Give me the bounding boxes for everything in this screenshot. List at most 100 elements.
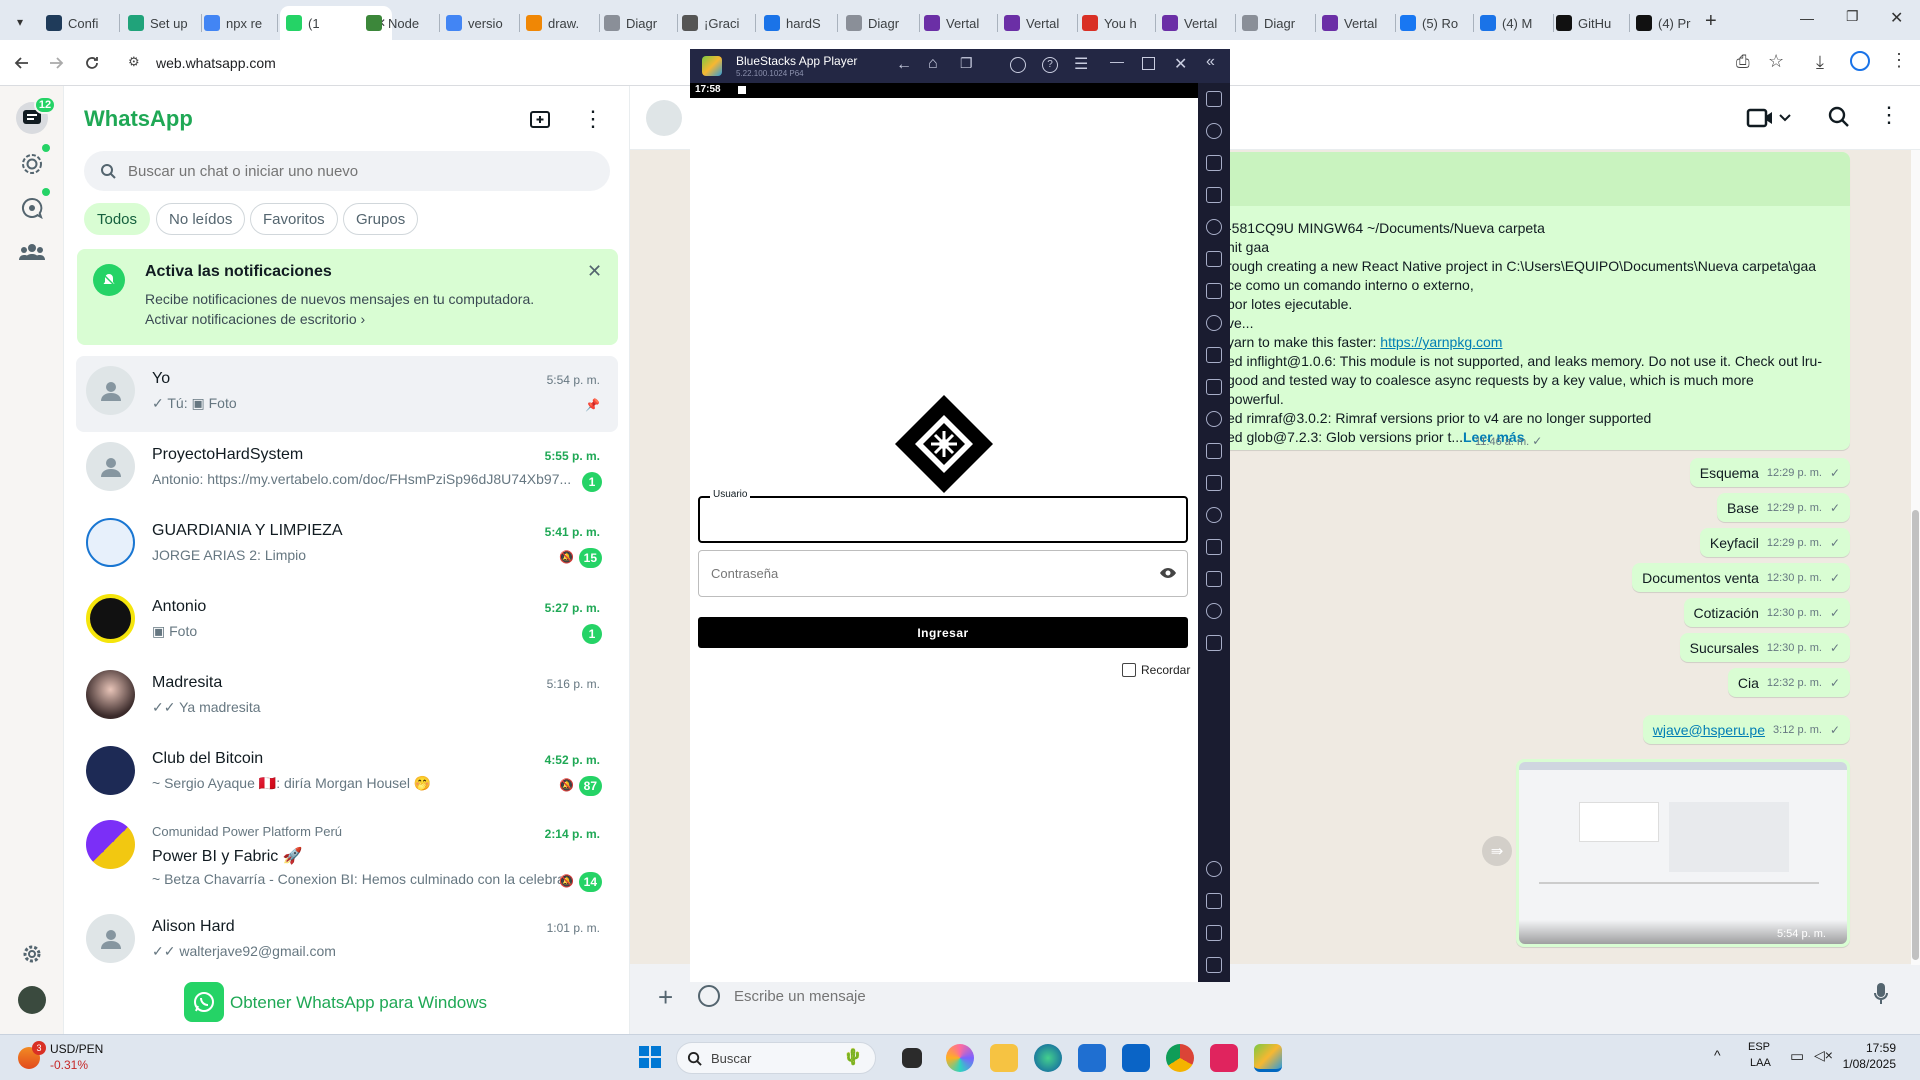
bs-menu-icon[interactable]: ☰ <box>1074 54 1088 74</box>
browser-tab[interactable]: Confi <box>40 6 118 40</box>
speaker-muted-icon[interactable]: ◁× <box>1814 1047 1833 1064</box>
keyboard-layout[interactable]: LAA <box>1750 1057 1771 1069</box>
bs-volume-icon[interactable] <box>1206 123 1222 139</box>
taskbar-search[interactable]: Buscar 🌵 <box>676 1042 876 1074</box>
communities-nav-button[interactable] <box>16 236 48 268</box>
chat-avatar[interactable] <box>86 594 135 643</box>
chrome-icon[interactable] <box>1166 1044 1194 1072</box>
bs-back-icon[interactable]: ← <box>896 56 912 74</box>
conversation-scrollbar[interactable] <box>1911 150 1920 965</box>
browser-tab[interactable]: GitHu <box>1550 6 1628 40</box>
sent-message-bubble[interactable]: Base 12:29 p. m. ✓ <box>1716 493 1850 522</box>
browser-tab[interactable]: Vertal <box>1156 6 1234 40</box>
bs-settings-gear-icon[interactable] <box>1206 861 1222 877</box>
remember-checkbox[interactable] <box>1122 663 1136 677</box>
chat-avatar[interactable] <box>86 518 135 567</box>
bs-folder-icon[interactable] <box>1206 411 1222 427</box>
status-nav-button[interactable] <box>16 148 48 180</box>
new-tab-button[interactable]: + <box>1705 10 1717 33</box>
bs-eco-mode-icon[interactable] <box>1206 507 1222 523</box>
bs-apk-icon[interactable] <box>1206 315 1222 331</box>
bs-keyboard-icon[interactable] <box>1206 187 1222 203</box>
conversation-scrollbar-thumb[interactable] <box>1912 510 1919 960</box>
bs-close-icon[interactable]: ✕ <box>1174 54 1187 74</box>
message-input[interactable] <box>734 980 1794 1012</box>
bs-screenshot-icon[interactable] <box>1206 347 1222 363</box>
filter-chip-grupos[interactable]: Grupos <box>343 203 419 235</box>
get-windows-app-link[interactable]: Obtener WhatsApp para Windows <box>230 993 487 1013</box>
close-window-button[interactable]: ✕ <box>1890 8 1903 28</box>
bs-collapse-sidebar-icon[interactable]: « <box>1206 53 1215 71</box>
bs-rotate-icon[interactable] <box>1206 251 1222 267</box>
bs-account-icon[interactable] <box>1010 57 1026 73</box>
url-text[interactable]: web.whatsapp.com <box>156 55 276 71</box>
menu-kebab-icon[interactable]: ⋮ <box>582 106 604 132</box>
sent-message-bubble[interactable]: Sucursales 12:30 p. m. ✓ <box>1679 633 1850 662</box>
browser-tab[interactable]: Vertal <box>998 6 1076 40</box>
browser-tab[interactable]: versio <box>440 6 518 40</box>
copilot-icon[interactable] <box>946 1044 974 1072</box>
profile-avatar[interactable] <box>18 986 46 1014</box>
browser-tab[interactable]: (4) M <box>1474 6 1552 40</box>
forward-button[interactable] <box>42 49 70 77</box>
chat-list-item[interactable]: ProyectoHardSystem Antonio: https://my.ve… <box>76 432 618 508</box>
browser-tab[interactable]: (5) Ro <box>1394 6 1472 40</box>
group-avatar-icon[interactable] <box>86 442 135 491</box>
password-field[interactable]: Contraseña <box>698 550 1188 597</box>
chat-list-item[interactable]: GUARDIANIA Y LIMPIEZA JORGE ARIAS 2: Limp… <box>76 508 618 584</box>
browser-menu-icon[interactable]: ⋮ <box>1890 50 1908 71</box>
figma-icon[interactable] <box>1210 1044 1238 1072</box>
browser-tab[interactable]: Diagr <box>1236 6 1314 40</box>
minimize-window-button[interactable]: — <box>1800 10 1814 26</box>
sent-message-bubble[interactable]: Keyfacil 12:29 p. m. ✓ <box>1699 528 1850 557</box>
sent-message-bubble[interactable]: Cotización 12:30 p. m. ✓ <box>1683 598 1850 627</box>
bs-media-icon[interactable] <box>1206 155 1222 171</box>
attach-plus-icon[interactable]: + <box>658 982 673 1013</box>
enable-notifications-link[interactable]: Activar notificaciones de escritorio › <box>145 311 365 327</box>
edge-browser-icon[interactable] <box>1034 1044 1062 1072</box>
chat-avatar[interactable] <box>86 820 135 869</box>
install-app-icon[interactable]: ⎙ <box>1736 52 1750 72</box>
bs-sync-icon[interactable] <box>1206 603 1222 619</box>
show-password-eye-icon[interactable] <box>1159 567 1177 579</box>
browser-tab[interactable]: hardS <box>758 6 836 40</box>
image-message-bubble[interactable]: 5:54 p. m. <box>1516 759 1850 947</box>
bs-sidebar-icon[interactable] <box>1206 635 1222 651</box>
browser-tab[interactable]: Node <box>360 6 438 40</box>
chat-list-item[interactable]: Yo ✓ Tú: ▣ Foto 5:54 p. m. 📌 <box>76 356 618 432</box>
file-explorer-icon[interactable] <box>990 1044 1018 1072</box>
bs-macro-icon[interactable] <box>1206 283 1222 299</box>
microsoft-store-icon[interactable] <box>1078 1044 1106 1072</box>
filter-chip-no-leidos[interactable]: No leídos <box>156 203 246 235</box>
bs-back-arrow-icon[interactable] <box>1206 893 1222 909</box>
network-icon[interactable]: ▭ <box>1790 1047 1804 1065</box>
settings-nav-button[interactable] <box>16 938 48 970</box>
sent-message-bubble[interactable]: Documentos venta 12:30 p. m. ✓ <box>1632 563 1850 592</box>
sent-message-bubble[interactable]: Esquema 12:29 p. m. ✓ <box>1689 458 1850 487</box>
yarnpkg-link[interactable]: https://yarnpkg.com <box>1380 334 1502 350</box>
bs-home-icon[interactable]: ⌂ <box>928 55 938 73</box>
downloads-icon[interactable]: ⤓ <box>1816 52 1824 73</box>
input-language[interactable]: ESP <box>1748 1041 1770 1053</box>
clock-date[interactable]: 1/08/2025 <box>1834 1057 1896 1071</box>
browser-tab[interactable]: (4) Pr <box>1630 6 1708 40</box>
bs-help-icon[interactable]: ? <box>1042 57 1058 73</box>
browser-tab[interactable]: Diagr <box>840 6 918 40</box>
bs-recent-apps-icon[interactable]: ❐ <box>960 55 973 72</box>
chat-avatar[interactable] <box>86 914 135 963</box>
reload-button[interactable] <box>78 49 106 77</box>
microphone-icon[interactable] <box>1874 982 1888 1006</box>
back-button[interactable] <box>8 49 36 77</box>
browser-tab[interactable]: Set up <box>122 6 200 40</box>
chat-avatar[interactable] <box>86 746 135 795</box>
bs-layers-icon[interactable] <box>1206 571 1222 587</box>
chat-list-item[interactable]: Alison Hard ✓✓ walterjave92@gmail.com 1:01… <box>76 904 618 980</box>
search-input[interactable] <box>128 159 588 183</box>
username-field[interactable]: Usuario <box>698 489 1188 543</box>
chat-list-item[interactable]: Antonio ▣ Foto 5:27 p. m. 1 <box>76 584 618 660</box>
bs-camera-icon[interactable] <box>1206 379 1222 395</box>
group-avatar-icon[interactable] <box>86 366 135 415</box>
clock-time[interactable]: 17:59 <box>1856 1041 1896 1055</box>
browser-tab[interactable]: draw. <box>520 6 598 40</box>
search-bar[interactable] <box>84 151 610 191</box>
